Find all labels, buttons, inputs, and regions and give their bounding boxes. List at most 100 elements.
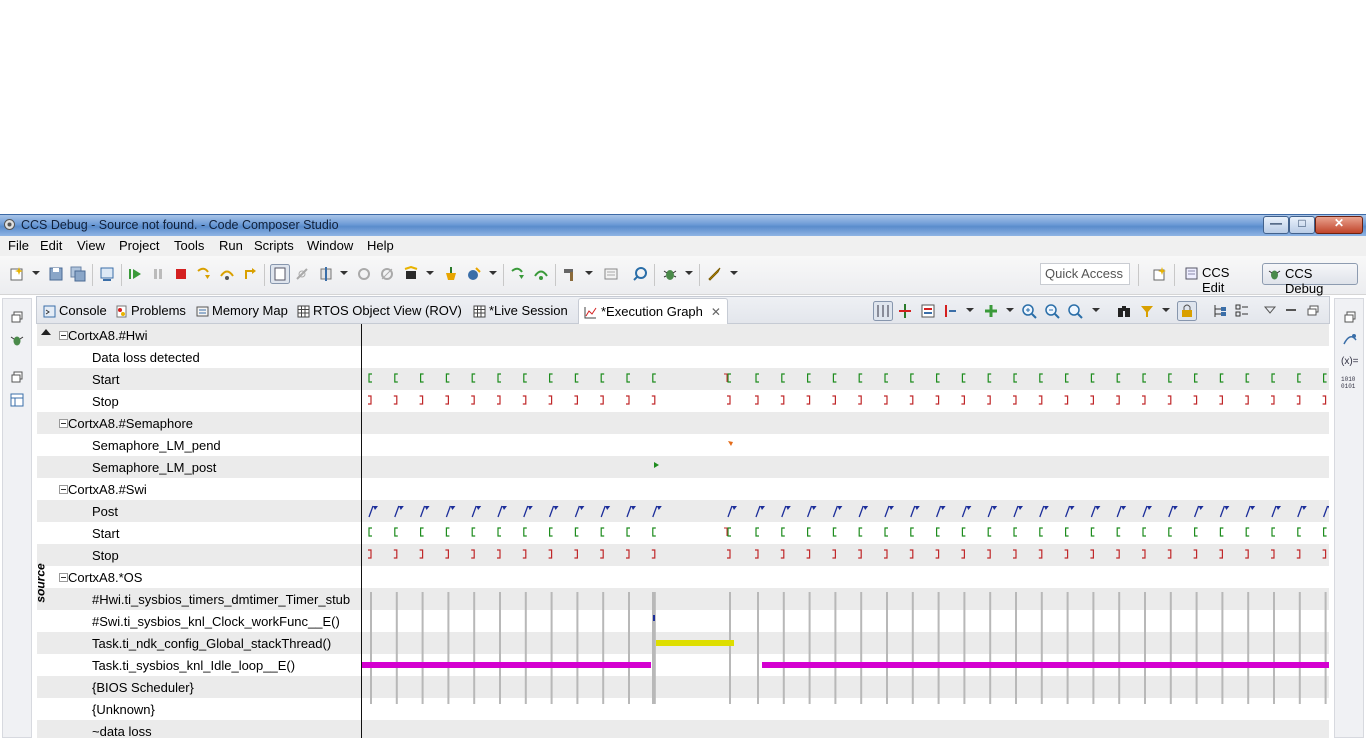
resume-icon[interactable] xyxy=(127,266,143,282)
stop-marker xyxy=(755,549,759,559)
start-marker xyxy=(1323,373,1327,383)
measurement-marker-icon[interactable] xyxy=(897,303,913,319)
menu-file[interactable]: File xyxy=(8,238,29,253)
zoom-fit-icon[interactable] xyxy=(1067,303,1083,319)
post-flag xyxy=(1168,505,1174,518)
lock-scroll-icon[interactable] xyxy=(1177,301,1197,321)
graph-align-icon[interactable] xyxy=(873,301,893,321)
view-menu-icon[interactable] xyxy=(1262,303,1278,319)
assembly-step-over-icon[interactable] xyxy=(533,266,549,282)
scroll-up-icon[interactable] xyxy=(41,329,51,335)
reset-icon[interactable] xyxy=(379,266,395,282)
perspective-ccs-edit[interactable]: CCS Edit xyxy=(1180,263,1258,295)
step-into-icon[interactable] xyxy=(196,266,212,282)
menu-project[interactable]: Project xyxy=(119,238,159,253)
execution-graph-plot[interactable] xyxy=(362,324,1329,738)
collapse-toggle-icon[interactable] xyxy=(59,331,68,340)
build-hammer-icon[interactable] xyxy=(562,266,578,282)
minimize-view-icon[interactable] xyxy=(1283,303,1299,319)
marker-list-icon[interactable] xyxy=(920,303,936,319)
start-marker xyxy=(961,373,966,383)
menu-edit[interactable]: Edit xyxy=(40,238,62,253)
step-return-icon[interactable] xyxy=(242,266,258,282)
expressions-view-icon[interactable]: (x)= xyxy=(1341,353,1359,367)
menu-scripts[interactable]: Scripts xyxy=(254,238,294,253)
collapse-toggle-icon[interactable] xyxy=(59,485,68,494)
post-flag xyxy=(727,505,733,518)
debug-view-trim-icon[interactable] xyxy=(10,333,24,347)
window-title-bar: CCS Debug - Source not found. - Code Com… xyxy=(0,214,1366,236)
tab-live-session[interactable]: *Live Session xyxy=(471,301,568,325)
registers-view-icon[interactable]: 10100101 xyxy=(1341,375,1359,389)
tab-execution-graph[interactable]: *Execution Graph ✕ xyxy=(578,298,728,324)
collapse-toggle-icon[interactable] xyxy=(59,573,68,582)
start-marker xyxy=(936,373,940,383)
filter-icon[interactable] xyxy=(1139,303,1155,319)
stop-marker xyxy=(1322,395,1327,405)
zoom-in-icon[interactable] xyxy=(1021,303,1037,319)
outline-view-icon[interactable] xyxy=(10,393,24,407)
tab-problems[interactable]: Problems xyxy=(113,301,186,325)
zoom-out-icon[interactable] xyxy=(1044,303,1060,319)
go-to-marker-icon[interactable] xyxy=(943,303,959,319)
chip-icon[interactable] xyxy=(403,266,419,282)
debug-bug-icon[interactable] xyxy=(662,266,678,282)
search-target-icon[interactable] xyxy=(632,266,648,282)
debug-view-icon[interactable] xyxy=(99,266,115,282)
menu-window[interactable]: Window xyxy=(307,238,353,253)
disconnect-icon[interactable] xyxy=(356,266,372,282)
save-icon[interactable] xyxy=(48,266,64,282)
start-marker xyxy=(1219,373,1224,383)
skip-breakpoints-icon[interactable] xyxy=(294,266,310,282)
menu-tools[interactable]: Tools xyxy=(174,238,204,253)
menu-run[interactable]: Run xyxy=(219,238,243,253)
tab-console[interactable]: Console xyxy=(41,301,107,325)
new-icon[interactable] xyxy=(9,266,25,282)
open-perspective-icon[interactable] xyxy=(1152,266,1168,282)
assembly-step-into-icon[interactable] xyxy=(510,266,526,282)
load-program-icon[interactable] xyxy=(443,266,459,282)
perspective-ccs-debug[interactable]: CCS Debug xyxy=(1262,263,1358,296)
start-marker xyxy=(1271,527,1275,537)
start-marker xyxy=(1090,527,1095,537)
list-view-icon[interactable] xyxy=(1234,303,1250,319)
maximize-view-icon[interactable] xyxy=(1305,303,1321,319)
breakpoints-view-icon[interactable] xyxy=(1342,332,1358,346)
maximize-button[interactable]: □ xyxy=(1289,216,1315,234)
suspend-icon[interactable] xyxy=(150,266,166,282)
connect-target-icon[interactable] xyxy=(318,266,334,282)
tab-memory-map[interactable]: Memory Map xyxy=(194,301,288,325)
terminate-icon[interactable] xyxy=(173,266,189,282)
restore-icon[interactable] xyxy=(1344,311,1356,323)
find-binoculars-icon[interactable] xyxy=(1116,303,1132,319)
stop-marker xyxy=(832,395,836,405)
row-label: Semaphore_LM_pend xyxy=(92,438,221,453)
quick-access-input[interactable]: Quick Access xyxy=(1040,263,1130,285)
execution-graph[interactable]: CortxA8.#Hwi Data loss detected Start Stop C… xyxy=(37,324,1329,738)
views-tab-strip: Console Problems Memory Map RTOS Object … xyxy=(36,296,1330,324)
row-label: Semaphore_LM_post xyxy=(92,460,217,475)
menu-view[interactable]: View xyxy=(77,238,105,253)
post-flag xyxy=(1043,506,1049,510)
minimize-button[interactable]: — xyxy=(1263,216,1289,234)
stop-marker xyxy=(727,549,731,559)
stop-marker xyxy=(727,395,731,405)
menu-help[interactable]: Help xyxy=(367,238,394,253)
save-all-icon[interactable] xyxy=(70,266,86,282)
post-flag xyxy=(837,506,843,510)
memory-browser-icon[interactable] xyxy=(603,266,619,282)
close-tab-icon[interactable]: ✕ xyxy=(711,305,721,319)
step-over-icon[interactable] xyxy=(219,266,235,282)
group-icon[interactable] xyxy=(983,303,999,319)
load-symbols-icon[interactable] xyxy=(466,266,482,282)
start-marker xyxy=(858,527,863,537)
restore-icon[interactable] xyxy=(11,311,23,323)
semaphore-pend-marker xyxy=(728,441,733,446)
restore-icon[interactable] xyxy=(11,371,23,383)
collapse-toggle-icon[interactable] xyxy=(59,419,68,428)
tree-view-icon[interactable] xyxy=(1212,303,1228,319)
source-lookup-icon[interactable] xyxy=(270,264,290,284)
tab-rtos-object-view[interactable]: RTOS Object View (ROV) xyxy=(295,301,462,325)
close-button[interactable]: ✕ xyxy=(1315,216,1363,234)
launch-rocket-icon[interactable] xyxy=(706,266,722,282)
